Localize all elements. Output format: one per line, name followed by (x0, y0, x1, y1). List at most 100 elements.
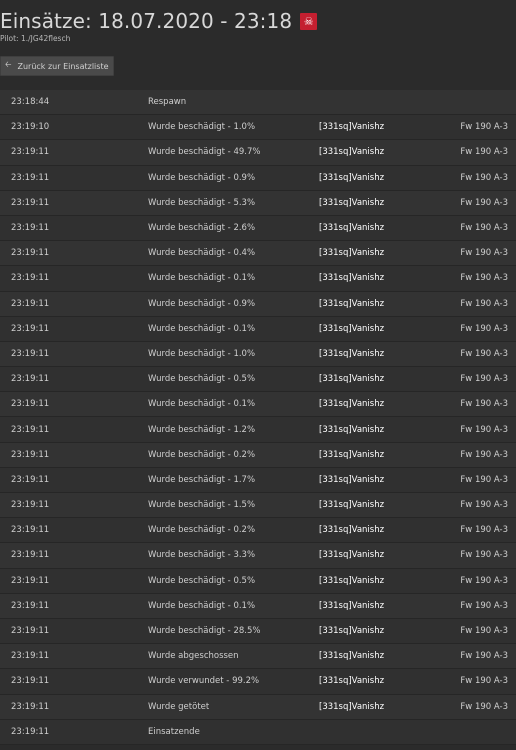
event-player: [331sq]Vanishz (319, 197, 385, 208)
event-plane: Fw 190 A-3 (460, 197, 508, 208)
event-time: 23:19:11 (11, 147, 50, 158)
event-plane: Fw 190 A-3 (460, 550, 508, 561)
event-time: 23:19:11 (11, 348, 50, 359)
table-row: 23:19:11 Wurde abgeschossen [331sq]Vanishz… (0, 644, 516, 670)
event-time: 23:19:11 (11, 575, 50, 586)
event-description: Wurde verwundet - 99.2% (148, 676, 260, 687)
table-row: 23:19:11 Wurde beschädigt - 3.3% [331sq]Va… (0, 543, 516, 569)
event-time: 23:19:11 (11, 525, 50, 536)
event-time: 23:19:11 (11, 701, 50, 712)
event-description: Wurde beschädigt - 1.2% (148, 424, 256, 435)
event-time: 23:19:11 (11, 399, 50, 410)
event-description: Wurde beschädigt - 3.3% (148, 550, 256, 561)
event-time: 23:19:11 (11, 600, 50, 611)
event-player: [331sq]Vanishz (319, 172, 385, 183)
event-plane: Fw 190 A-3 (460, 449, 508, 460)
event-plane: Fw 190 A-3 (460, 122, 508, 133)
event-player: [331sq]Vanishz (319, 248, 385, 259)
event-description: Wurde beschädigt - 0.1% (148, 399, 256, 410)
table-row: 23:19:11 Wurde beschädigt - 1.2% [331sq]Va… (0, 417, 516, 443)
table-row: 23:19:11 Wurde beschädigt - 1.5% [331sq]Va… (0, 493, 516, 519)
table-row: 23:19:11 Wurde beschädigt - 0.4% [331sq]Va… (0, 241, 516, 267)
event-player: [331sq]Vanishz (319, 449, 385, 460)
event-description: Wurde beschädigt - 0.9% (148, 298, 256, 309)
event-player: [331sq]Vanishz (319, 298, 385, 309)
table-row: 23:19:11 Wurde beschädigt - 28.5% [331sq]V… (0, 618, 516, 645)
event-plane: Fw 190 A-3 (460, 172, 508, 183)
event-plane: Fw 190 A-3 (460, 399, 508, 410)
table-row: 23:18:44 Respawn (0, 90, 516, 116)
event-time: 23:19:11 (11, 474, 50, 485)
table-row: 23:19:11 Wurde beschädigt - 49.7% [331sq]V… (0, 140, 516, 166)
page-title: Einsätze: 18.07.2020 - 23:18 (0, 9, 293, 33)
event-plane: Fw 190 A-3 (460, 223, 508, 234)
table-row: 23:19:11 Wurde beschädigt - 0.1% [331sq]Va… (0, 316, 516, 342)
event-player: [331sq]Vanishz (319, 273, 385, 284)
events-table: 23:18:44 Respawn 23:19:10 Wurde beschädigt … (0, 90, 516, 745)
table-row: 23:19:11 Wurde beschädigt - 0.5% [331sq]Va… (0, 568, 516, 594)
event-plane: Fw 190 A-3 (460, 323, 508, 334)
event-plane: Fw 190 A-3 (460, 575, 508, 586)
table-row: 23:19:11 Wurde beschädigt - 5.3% [331sq]Va… (0, 190, 516, 216)
event-plane: Fw 190 A-3 (460, 626, 508, 637)
event-plane: Fw 190 A-3 (460, 600, 508, 611)
event-time: 23:19:11 (11, 298, 50, 309)
event-description: Wurde beschädigt - 2.6% (148, 223, 256, 234)
table-row: 23:19:11 Wurde beschädigt - 1.7% [331sq]Va… (0, 467, 516, 493)
event-time: 23:19:11 (11, 172, 50, 183)
event-plane: Fw 190 A-3 (460, 676, 508, 687)
event-description: Wurde beschädigt - 0.5% (148, 575, 256, 586)
event-description: Wurde beschädigt - 0.2% (148, 525, 256, 536)
event-time: 23:19:11 (11, 676, 50, 687)
table-row: 23:19:11 Wurde beschädigt - 0.2% [331sq]Va… (0, 518, 516, 544)
event-plane: Fw 190 A-3 (460, 474, 508, 485)
event-plane: Fw 190 A-3 (460, 248, 508, 259)
event-plane: Fw 190 A-3 (460, 500, 508, 511)
event-time: 23:19:11 (11, 223, 50, 234)
event-plane: Fw 190 A-3 (460, 348, 508, 359)
skull-icon: ☠ (300, 12, 318, 30)
back-to-list-button[interactable]: 🡠 Zurück zur Einsatzliste (0, 56, 114, 76)
event-description: Wurde beschädigt - 1.0% (148, 122, 256, 133)
event-description: Respawn (148, 97, 187, 108)
event-time: 23:19:11 (11, 197, 50, 208)
event-plane: Fw 190 A-3 (460, 298, 508, 309)
page-header: Einsätze: 18.07.2020 - 23:18 ☠ Pilot: 1.… (0, 6, 516, 43)
table-row: 23:19:11 Wurde verwundet - 99.2% [331sq]Va… (0, 669, 516, 695)
event-player: [331sq]Vanishz (319, 424, 385, 435)
event-plane: Fw 190 A-3 (460, 374, 508, 385)
event-time: 23:19:11 (11, 323, 50, 334)
event-description: Wurde beschädigt - 0.1% (148, 323, 256, 334)
table-row: 23:19:11 Wurde beschädigt - 0.1% [331sq]Va… (0, 266, 516, 292)
event-plane: Fw 190 A-3 (460, 147, 508, 158)
table-row: 23:19:11 Wurde beschädigt - 0.2% [331sq]Va… (0, 442, 516, 468)
back-button-label: Zurück zur Einsatzliste (17, 61, 109, 71)
event-time: 23:19:11 (11, 424, 50, 435)
event-player: [331sq]Vanishz (319, 626, 385, 637)
event-time: 23:19:11 (11, 248, 50, 259)
event-plane: Fw 190 A-3 (460, 525, 508, 536)
event-time: 23:19:11 (11, 500, 50, 511)
event-player: [331sq]Vanishz (319, 701, 385, 712)
event-player: [331sq]Vanishz (319, 575, 385, 586)
table-row: 23:19:11 Wurde getötet [331sq]Vanishz Fw 19… (0, 694, 516, 720)
event-description: Einsatzende (148, 726, 200, 737)
event-time: 23:19:11 (11, 651, 50, 662)
event-player: [331sq]Vanishz (319, 550, 385, 561)
event-time: 23:19:11 (11, 550, 50, 561)
event-description: Wurde getötet (148, 701, 210, 712)
table-row: 23:19:11 Wurde beschädigt - 0.1% [331sq]Va… (0, 593, 516, 619)
title-row: Einsätze: 18.07.2020 - 23:18 ☠ (0, 6, 516, 36)
event-player: [331sq]Vanishz (319, 323, 385, 334)
event-description: Wurde abgeschossen (148, 651, 239, 662)
event-player: [331sq]Vanishz (319, 525, 385, 536)
event-description: Wurde beschädigt - 0.9% (148, 172, 256, 183)
event-player: [331sq]Vanishz (319, 223, 385, 234)
event-time: 23:19:11 (11, 726, 50, 737)
event-player: [331sq]Vanishz (319, 122, 385, 133)
event-player: [331sq]Vanishz (319, 348, 385, 359)
event-description: Wurde beschädigt - 5.3% (148, 197, 256, 208)
event-description: Wurde beschädigt - 1.0% (148, 348, 256, 359)
event-time: 23:19:10 (11, 122, 50, 133)
event-description: Wurde beschädigt - 1.5% (148, 500, 256, 511)
